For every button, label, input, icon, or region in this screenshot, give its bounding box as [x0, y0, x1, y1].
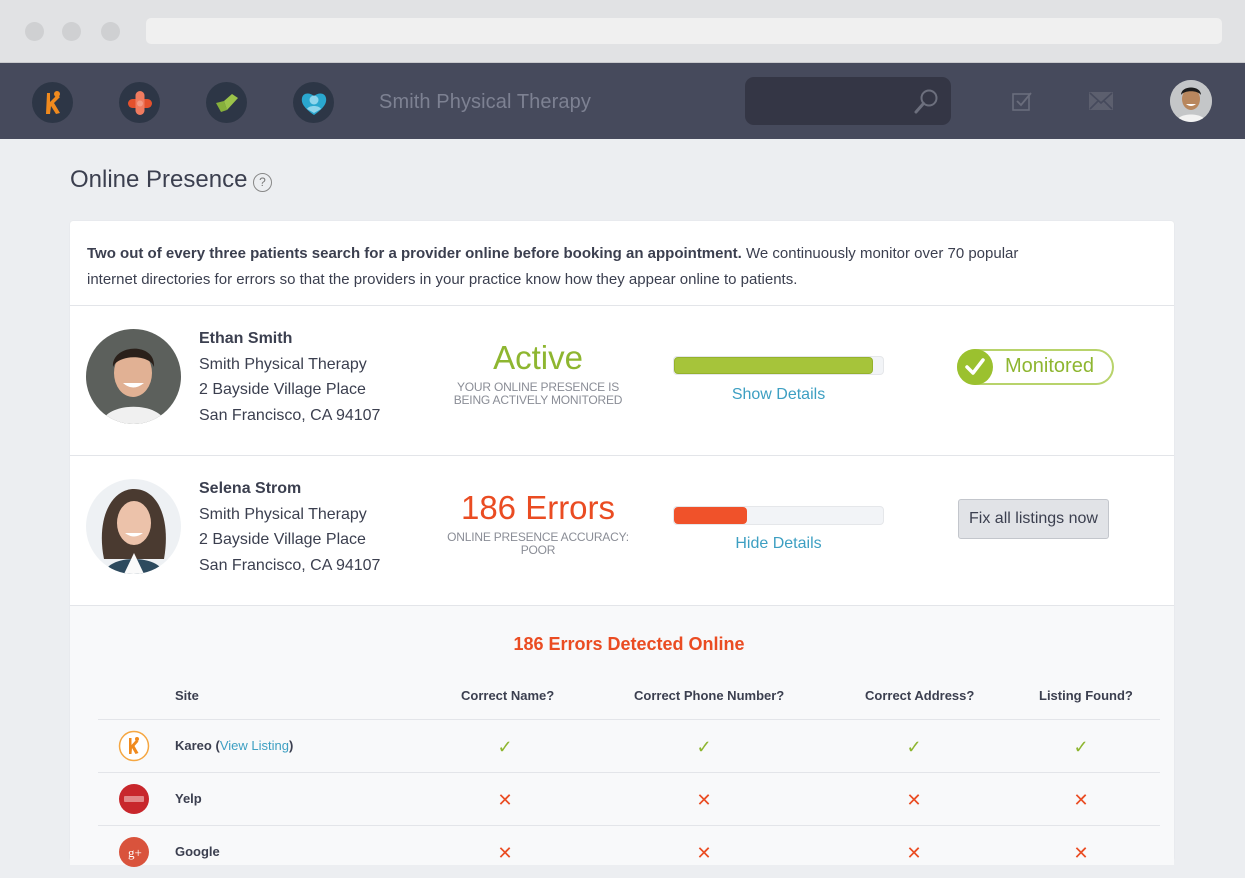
check-icon: ✓: [497, 737, 513, 757]
provider-avatar: [86, 329, 181, 424]
window-close-button[interactable]: [25, 22, 44, 41]
fix-all-listings-button[interactable]: Fix all listings now: [958, 499, 1109, 539]
view-listing-link[interactable]: View Listing: [220, 738, 289, 753]
envelope-icon[interactable]: [1088, 90, 1114, 112]
accuracy-progress-bar: [673, 356, 884, 375]
column-header-phone: Correct Phone Number?: [634, 688, 785, 703]
hide-details-link[interactable]: Hide Details: [673, 535, 884, 553]
address-bar[interactable]: [146, 18, 1222, 44]
site-name: Google: [175, 844, 220, 859]
clinical-app-button[interactable]: [119, 82, 160, 123]
google-plus-logo-icon: g+: [119, 837, 149, 867]
browser-chrome: [0, 0, 1245, 63]
table-row: Kareo (View Listing) ✓ ✓ ✓ ✓: [98, 719, 1160, 772]
page-title: Online Presence: [70, 166, 248, 193]
billing-app-button[interactable]: [206, 82, 247, 123]
kareo-logo-icon: [118, 730, 150, 762]
status-label: Active: [493, 339, 583, 376]
check-icon: ✓: [696, 737, 712, 757]
provider-address-line1: 2 Bayside Village Place: [199, 531, 366, 548]
provider-address-line2: San Francisco, CA 94107: [199, 556, 381, 574]
provider-name: Ethan Smith: [199, 330, 293, 347]
intro-text: Two out of every three patients search f…: [87, 241, 1027, 293]
provider-info: Selena Strom Smith Physical Therapy 2 Ba…: [199, 476, 380, 578]
intro-bold: Two out of every three patients search f…: [87, 245, 742, 262]
search-box: [745, 77, 951, 125]
top-nav: Smith Physical Therapy: [0, 63, 1245, 139]
search-icon[interactable]: [911, 87, 941, 117]
x-icon: ✕: [696, 843, 712, 863]
window-maximize-button[interactable]: [101, 22, 120, 41]
accuracy-progress-bar: [673, 506, 884, 525]
kareo-figure-icon: [45, 90, 60, 114]
presence-status: Active Your online presence is being act…: [438, 338, 638, 407]
status-label: 186 Errors: [460, 489, 616, 526]
table-row: g+ Google ✕ ✕ ✕ ✕: [98, 825, 1160, 878]
status-description: Online presence accuracy: poor: [447, 530, 629, 557]
accuracy-progress-fill: [674, 507, 748, 524]
show-details-link[interactable]: Show Details: [673, 386, 884, 404]
help-icon[interactable]: ?: [253, 173, 272, 192]
provider-name: Selena Strom: [199, 480, 302, 497]
provider-practice: Smith Physical Therapy: [199, 505, 367, 523]
site-name: Kareo (View Listing): [175, 738, 294, 753]
provider-row: Selena Strom Smith Physical Therapy 2 Ba…: [70, 456, 1174, 606]
online-presence-card: Two out of every three patients search f…: [70, 221, 1174, 867]
site-name-text: Kareo: [175, 738, 212, 753]
errors-title: 186 Errors Detected Online: [513, 634, 745, 654]
bandage-icon: [127, 90, 152, 115]
green-check-icon: [215, 93, 238, 112]
column-header-address: Correct Address?: [865, 688, 975, 703]
yelp-logo-icon: [119, 784, 149, 814]
provider-photo-icon: [86, 479, 181, 574]
x-icon: ✕: [696, 790, 712, 810]
provider-avatar: [86, 479, 181, 574]
table-row: Yelp ✕ ✕ ✕ ✕: [98, 772, 1160, 825]
kareo-app-button[interactable]: [32, 82, 73, 123]
errors-detail-panel: 186 Errors Detected Online Site Correct …: [70, 605, 1174, 867]
monitored-badge[interactable]: Monitored: [957, 349, 1114, 385]
check-icon: ✓: [906, 737, 922, 757]
x-icon: ✕: [497, 843, 513, 863]
provider-row: Ethan Smith Smith Physical Therapy 2 Bay…: [70, 306, 1174, 456]
checkbox-icon[interactable]: [1011, 90, 1033, 112]
presence-status: 186 Errors Online presence accuracy: poo…: [438, 488, 638, 557]
column-header-listing: Listing Found?: [1039, 688, 1133, 703]
site-name: Yelp: [175, 791, 202, 806]
accuracy-progress-fill: [674, 357, 873, 374]
provider-address-line1: 2 Bayside Village Place: [199, 381, 366, 398]
provider-info: Ethan Smith Smith Physical Therapy 2 Bay…: [199, 326, 380, 428]
check-icon: ✓: [1073, 737, 1089, 757]
x-icon: ✕: [906, 843, 922, 863]
provider-address-line2: San Francisco, CA 94107: [199, 406, 381, 424]
x-icon: ✕: [906, 790, 922, 810]
monitored-label: Monitored: [1005, 355, 1094, 377]
svg-text:g+: g+: [128, 845, 142, 860]
window-minimize-button[interactable]: [62, 22, 81, 41]
column-header-name: Correct Name?: [461, 688, 555, 703]
x-icon: ✕: [497, 790, 513, 810]
practice-name: Smith Physical Therapy: [379, 91, 591, 113]
engage-app-button[interactable]: [293, 82, 334, 123]
x-icon: ✕: [1073, 843, 1089, 863]
check-circle-icon: [957, 349, 993, 385]
user-photo-icon: [1170, 80, 1212, 122]
user-avatar[interactable]: [1170, 80, 1212, 122]
column-header-site: Site: [175, 688, 199, 703]
provider-photo-icon: [86, 329, 181, 424]
search-input[interactable]: [755, 85, 905, 117]
provider-practice: Smith Physical Therapy: [199, 355, 367, 373]
x-icon: ✕: [1073, 790, 1089, 810]
status-description: Your online presence is being actively m…: [453, 380, 623, 407]
heart-person-icon: [301, 93, 326, 115]
